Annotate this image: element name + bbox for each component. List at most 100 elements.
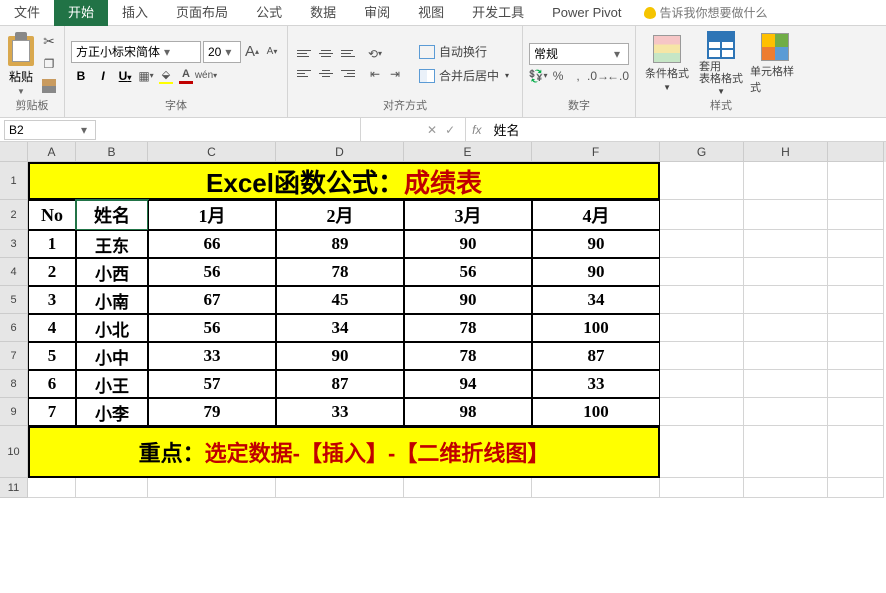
conditional-format-button[interactable]: 条件格式▼	[642, 35, 692, 92]
decrease-decimal-button[interactable]: ←.0	[609, 67, 627, 85]
increase-indent-button[interactable]: ⇥	[386, 65, 404, 83]
percent-button[interactable]: %	[549, 67, 567, 85]
cell[interactable]	[660, 230, 744, 258]
header-m4[interactable]: 4月	[532, 200, 660, 230]
cell[interactable]	[660, 314, 744, 342]
cell[interactable]	[744, 286, 828, 314]
tell-me[interactable]: 告诉我你想要做什么	[644, 4, 768, 21]
copy-button[interactable]: ❐	[40, 55, 58, 73]
cell[interactable]	[660, 370, 744, 398]
cell-styles-button[interactable]: 单元格样式	[750, 33, 800, 95]
col-header[interactable]: G	[660, 142, 744, 162]
data-no[interactable]: 1	[28, 230, 76, 258]
cell[interactable]	[404, 478, 532, 498]
cell[interactable]	[76, 478, 148, 498]
cell[interactable]	[148, 478, 276, 498]
data-m4[interactable]: 87	[532, 342, 660, 370]
row-header[interactable]: 3	[0, 230, 28, 258]
data-name-cell[interactable]: 小中	[76, 342, 148, 370]
wrap-text-button[interactable]: 自动换行	[412, 41, 516, 63]
align-bottom-button[interactable]	[338, 45, 358, 63]
number-format-select[interactable]: 常规▾	[529, 43, 629, 65]
cell[interactable]	[828, 342, 884, 370]
data-name-cell[interactable]: 小李	[76, 398, 148, 426]
data-m3[interactable]: 98	[404, 398, 532, 426]
cut-button[interactable]: ✂	[40, 33, 58, 51]
col-header[interactable]: B	[76, 142, 148, 162]
cell[interactable]	[828, 162, 884, 200]
row-header[interactable]: 8	[0, 370, 28, 398]
name-box[interactable]: B2▾	[4, 120, 96, 140]
data-m1[interactable]: 79	[148, 398, 276, 426]
header-m3[interactable]: 3月	[404, 200, 532, 230]
data-no[interactable]: 3	[28, 286, 76, 314]
data-m1[interactable]: 66	[148, 230, 276, 258]
cell[interactable]	[660, 426, 744, 478]
data-m4[interactable]: 34	[532, 286, 660, 314]
data-m1[interactable]: 33	[148, 342, 276, 370]
data-m4[interactable]: 100	[532, 314, 660, 342]
data-m1[interactable]: 57	[148, 370, 276, 398]
data-m3[interactable]: 94	[404, 370, 532, 398]
data-name-cell[interactable]: 小南	[76, 286, 148, 314]
font-name-select[interactable]: 方正小标宋简体▾	[71, 41, 201, 63]
cell[interactable]	[28, 478, 76, 498]
tab-layout[interactable]: 页面布局	[162, 0, 242, 26]
cell[interactable]	[828, 200, 884, 230]
data-no[interactable]: 5	[28, 342, 76, 370]
orientation-button[interactable]: ⟲▾	[366, 45, 384, 63]
row-header[interactable]: 7	[0, 342, 28, 370]
header-name[interactable]: 姓名	[76, 200, 148, 230]
cancel-formula-button[interactable]: ✕	[427, 123, 437, 137]
cell[interactable]	[744, 370, 828, 398]
increase-font-button[interactable]: A▴	[243, 43, 261, 61]
cell[interactable]	[828, 286, 884, 314]
cell[interactable]	[744, 426, 828, 478]
data-no[interactable]: 2	[28, 258, 76, 286]
data-name-cell[interactable]: 小王	[76, 370, 148, 398]
align-top-button[interactable]	[294, 45, 314, 63]
bold-button[interactable]: B	[71, 69, 91, 83]
cell[interactable]	[660, 398, 744, 426]
cell[interactable]	[660, 200, 744, 230]
col-header[interactable]	[828, 142, 884, 162]
data-name-cell[interactable]: 王东	[76, 230, 148, 258]
tab-view[interactable]: 视图	[404, 0, 458, 26]
cell[interactable]	[828, 370, 884, 398]
cell[interactable]	[744, 398, 828, 426]
align-center-button[interactable]	[316, 65, 336, 83]
sheet-grid[interactable]: A B C D E F G H 1Excel函数公式：成绩表2No姓名1月2月3…	[0, 142, 886, 498]
cell[interactable]	[744, 342, 828, 370]
data-m2[interactable]: 87	[276, 370, 404, 398]
data-m1[interactable]: 67	[148, 286, 276, 314]
align-middle-button[interactable]	[316, 45, 336, 63]
fill-color-button[interactable]: ⬙	[157, 67, 175, 85]
data-m2[interactable]: 78	[276, 258, 404, 286]
data-m3[interactable]: 90	[404, 286, 532, 314]
align-right-button[interactable]	[338, 65, 358, 83]
tab-formulas[interactable]: 公式	[242, 0, 296, 26]
font-size-select[interactable]: 20▾	[203, 41, 241, 63]
formula-input[interactable]: 姓名	[487, 120, 886, 139]
title-cell[interactable]: Excel函数公式：成绩表	[28, 162, 660, 200]
row-header[interactable]: 2	[0, 200, 28, 230]
row-header[interactable]: 5	[0, 286, 28, 314]
cell[interactable]	[744, 230, 828, 258]
cell[interactable]	[828, 230, 884, 258]
col-header[interactable]: H	[744, 142, 828, 162]
format-table-button[interactable]: 套用 表格格式▼	[696, 31, 746, 96]
row-header[interactable]: 9	[0, 398, 28, 426]
cell[interactable]	[660, 286, 744, 314]
data-m1[interactable]: 56	[148, 314, 276, 342]
data-m3[interactable]: 56	[404, 258, 532, 286]
col-header[interactable]: A	[28, 142, 76, 162]
data-m4[interactable]: 100	[532, 398, 660, 426]
cell[interactable]	[828, 314, 884, 342]
cell[interactable]	[828, 478, 884, 498]
note-cell[interactable]: 重点：选定数据-【插入】-【二维折线图】	[28, 426, 660, 478]
row-header[interactable]: 6	[0, 314, 28, 342]
data-m4[interactable]: 90	[532, 230, 660, 258]
comma-button[interactable]: ,	[569, 67, 587, 85]
cell[interactable]	[744, 478, 828, 498]
data-m4[interactable]: 33	[532, 370, 660, 398]
